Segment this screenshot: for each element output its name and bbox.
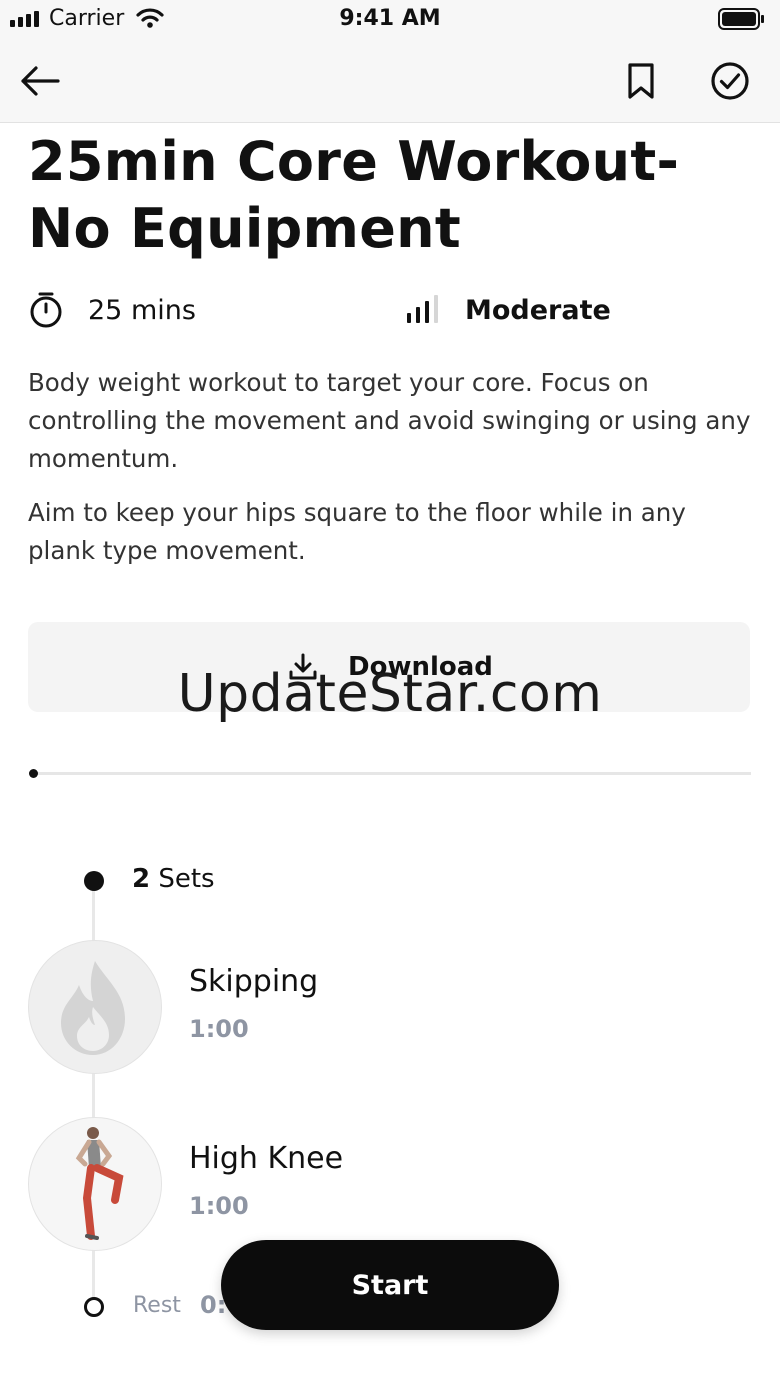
exercise-name[interactable]: Skipping bbox=[189, 964, 318, 999]
battery-icon bbox=[718, 8, 766, 34]
signal-bars-icon bbox=[407, 295, 438, 323]
navigation-bar bbox=[0, 40, 780, 123]
progress-track bbox=[33, 772, 751, 775]
duration-text: 25 mins bbox=[88, 294, 196, 326]
mark-complete-button[interactable] bbox=[700, 40, 760, 122]
start-button[interactable]: Start bbox=[221, 1240, 559, 1330]
workout-tip: Aim to keep your hips square to the floo… bbox=[28, 498, 686, 565]
check-circle-icon bbox=[711, 62, 749, 100]
workout-description: Body weight workout to target your core.… bbox=[28, 368, 751, 473]
download-button-content[interactable]: Download bbox=[288, 652, 493, 682]
back-button[interactable] bbox=[10, 40, 70, 122]
sets-label: 2 Sets bbox=[132, 864, 215, 894]
duration-meta: 25 mins bbox=[28, 290, 196, 330]
exercise-thumbnail[interactable] bbox=[28, 1117, 162, 1251]
workout-title: 25min Core Workout- No Equipment bbox=[28, 130, 680, 260]
bookmark-icon bbox=[628, 63, 654, 99]
exercise-duration: 1:00 bbox=[189, 1015, 249, 1043]
exercise-figure-icon bbox=[75, 1127, 124, 1240]
timeline-rest-marker bbox=[84, 1297, 104, 1317]
exercise-duration: 1:00 bbox=[189, 1192, 249, 1220]
difficulty-meta: Moderate bbox=[405, 290, 611, 330]
exercise-name[interactable]: High Knee bbox=[189, 1141, 343, 1176]
status-bar: Carrier 9:41 AM bbox=[0, 0, 780, 40]
status-time: 9:41 AM bbox=[339, 6, 441, 31]
download-label: Download bbox=[348, 652, 493, 682]
flame-placeholder-icon bbox=[61, 961, 125, 1055]
bookmark-button[interactable] bbox=[611, 40, 671, 122]
sets-count: 2 bbox=[132, 864, 151, 894]
exercise-thumbnail[interactable] bbox=[28, 940, 162, 1074]
difficulty-text: Moderate bbox=[465, 294, 611, 326]
download-icon bbox=[289, 653, 317, 680]
arrow-left-icon bbox=[21, 66, 60, 96]
progress-indicator bbox=[29, 769, 38, 778]
timeline-set-marker bbox=[84, 871, 104, 891]
sets-text: Sets bbox=[150, 864, 215, 894]
stopwatch-icon bbox=[30, 292, 62, 328]
rest-label: Rest bbox=[133, 1293, 181, 1318]
